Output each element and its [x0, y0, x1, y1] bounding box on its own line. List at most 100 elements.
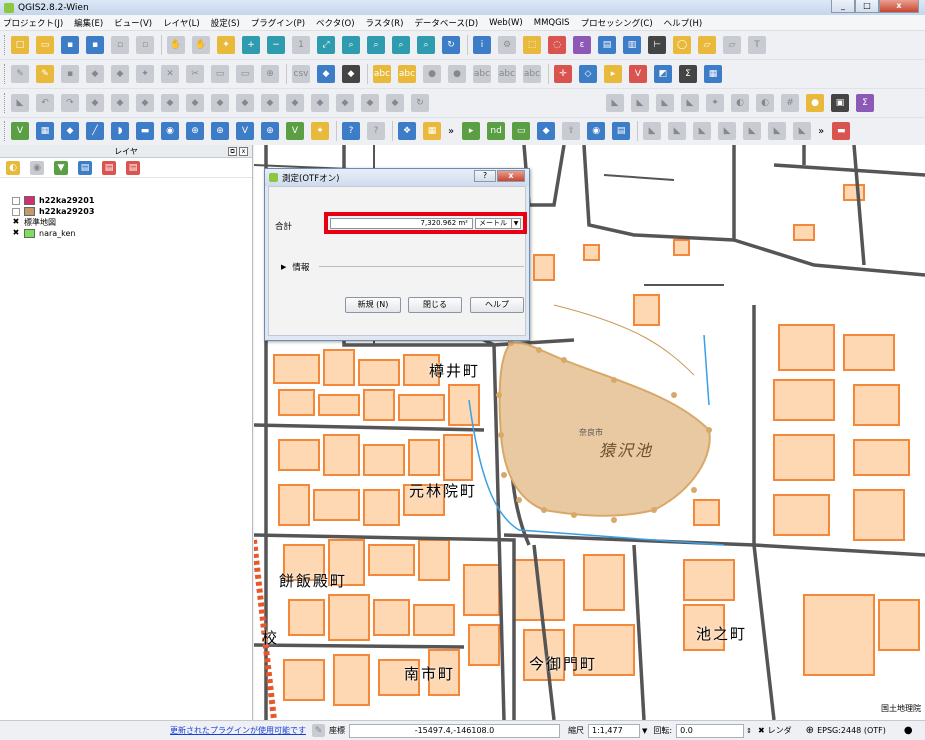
- tool-icon-4[interactable]: ◣: [718, 122, 737, 140]
- toolbar-grip[interactable]: [4, 64, 7, 84]
- merge-features-icon[interactable]: ◆: [361, 94, 379, 112]
- tool-icon-1[interactable]: ◣: [643, 122, 662, 140]
- menu-raster[interactable]: ラスタ(R): [366, 17, 404, 29]
- select-features-icon[interactable]: ⬚: [523, 36, 541, 54]
- node-tool-icon[interactable]: ✦: [136, 65, 154, 83]
- change-label-icon[interactable]: abc: [523, 65, 541, 83]
- gps-icon[interactable]: ▸: [604, 65, 622, 83]
- sum-icon[interactable]: Σ: [679, 65, 697, 83]
- layer-style-icon[interactable]: ◐: [6, 160, 20, 175]
- dialog-help-button[interactable]: ?: [474, 170, 496, 182]
- menu-view[interactable]: ビュー(V): [114, 17, 152, 29]
- float-panel-icon[interactable]: ⧉: [228, 147, 237, 156]
- zoom-in-icon[interactable]: +: [242, 36, 260, 54]
- expand-triangle-icon[interactable]: ▶: [281, 263, 286, 271]
- new-bookmark-icon[interactable]: ▱: [698, 36, 716, 54]
- refresh-icon[interactable]: ↻: [442, 36, 460, 54]
- menu-project[interactable]: プロジェクト(J): [3, 17, 63, 29]
- crs-globe-icon[interactable]: ⊕: [806, 725, 814, 736]
- composer-manager-icon[interactable]: ▫: [136, 36, 154, 54]
- db-manager-icon[interactable]: ◉: [587, 122, 606, 140]
- open-project-icon[interactable]: ▭: [36, 36, 54, 54]
- visibility-eye-icon[interactable]: ◉: [30, 160, 44, 175]
- new-spatialite-icon[interactable]: ✦: [311, 122, 329, 140]
- scale-field[interactable]: 1:1,477: [588, 723, 640, 738]
- crs-status[interactable]: EPSG:2448 (OTF): [817, 726, 886, 735]
- menu-vector[interactable]: ベクタ(O): [316, 17, 354, 29]
- zoom-last-icon[interactable]: ⌕: [392, 36, 410, 54]
- digitize-icon-2[interactable]: ◣: [631, 94, 649, 112]
- topology-checker-icon[interactable]: V: [629, 65, 647, 83]
- add-wms-layer-icon[interactable]: ⊕: [186, 122, 204, 140]
- upload-icon[interactable]: ⇧: [562, 122, 581, 140]
- statistics-icon[interactable]: ▥: [623, 36, 641, 54]
- interpolation-icon[interactable]: ◩: [654, 65, 672, 83]
- pan-to-selection-icon[interactable]: ✦: [217, 36, 235, 54]
- add-csv-icon[interactable]: csv: [292, 65, 310, 83]
- processing-toolbox-icon[interactable]: ▸: [462, 122, 481, 140]
- add-wms-icon[interactable]: ⊕: [261, 65, 279, 83]
- add-db2-icon[interactable]: ◉: [161, 122, 179, 140]
- layer-checkbox-checked[interactable]: ✖: [12, 228, 20, 238]
- field-calculator-icon[interactable]: ε: [573, 36, 591, 54]
- touch-zoom-pan-icon[interactable]: ✋: [167, 36, 185, 54]
- layer-checkbox-checked[interactable]: ✖: [12, 217, 20, 227]
- heatmap-icon[interactable]: ▦: [704, 65, 722, 83]
- tool-icon-2[interactable]: ◣: [668, 122, 687, 140]
- toolbar-grip[interactable]: [4, 35, 7, 55]
- add-oracle-icon[interactable]: ▬: [136, 122, 154, 140]
- identify-icon[interactable]: i: [473, 36, 491, 54]
- reshape-icon[interactable]: ◆: [261, 94, 279, 112]
- add-vector-layer-icon[interactable]: V: [11, 122, 29, 140]
- layer-checkbox[interactable]: [12, 196, 20, 205]
- georeferencer-icon[interactable]: ◇: [579, 65, 597, 83]
- zoom-to-layer-icon[interactable]: ⌕: [367, 36, 385, 54]
- paste-features-icon[interactable]: ▭: [236, 65, 254, 83]
- remove-layer-icon[interactable]: ▤: [126, 160, 140, 175]
- offset-curve-icon[interactable]: ◆: [286, 94, 304, 112]
- digitize-icon-7[interactable]: ◐: [756, 94, 774, 112]
- digitize-icon-6[interactable]: ◐: [731, 94, 749, 112]
- cut-features-icon[interactable]: ✂: [186, 65, 204, 83]
- add-wfs-icon[interactable]: V: [236, 122, 254, 140]
- messages-icon[interactable]: ●: [904, 725, 913, 736]
- redo-icon[interactable]: ↷: [61, 94, 79, 112]
- map-tips-icon[interactable]: ◯: [673, 36, 691, 54]
- menu-web[interactable]: Web(W): [489, 18, 523, 28]
- menu-processing[interactable]: プロセッシング(C): [581, 17, 653, 29]
- digitize-icon-4[interactable]: ◣: [681, 94, 699, 112]
- digitize-icon-8[interactable]: ●: [806, 94, 824, 112]
- move-label-icon[interactable]: abc: [473, 65, 491, 83]
- menu-layer[interactable]: レイヤ(L): [163, 17, 200, 29]
- menu-plugins[interactable]: プラグイン(P): [251, 17, 305, 29]
- layer-item[interactable]: ✖ nara_ken: [0, 228, 252, 239]
- help-contents-icon[interactable]: ?: [342, 122, 360, 140]
- ruler-icon[interactable]: ▬: [832, 122, 851, 140]
- save-project-icon[interactable]: ▪: [61, 36, 79, 54]
- new-print-composer-icon[interactable]: ▫: [111, 36, 129, 54]
- simplify-icon[interactable]: ◆: [111, 94, 129, 112]
- expand-all-icon[interactable]: ▤: [78, 160, 92, 175]
- text-annotation-icon[interactable]: T: [748, 36, 766, 54]
- new-shapefile-icon[interactable]: V: [286, 122, 304, 140]
- layer-checkbox[interactable]: [12, 207, 20, 216]
- layer-item[interactable]: ✖ 標準地図: [0, 217, 252, 228]
- total-value-field[interactable]: 7,320.962 m²: [330, 218, 473, 229]
- advanced-edit-icon[interactable]: ◣: [11, 94, 29, 112]
- copy-features-icon[interactable]: ▭: [211, 65, 229, 83]
- move-feature-icon[interactable]: ◆: [111, 65, 129, 83]
- add-vector-icon[interactable]: ◆: [317, 65, 335, 83]
- digitize-icon-1[interactable]: ◣: [606, 94, 624, 112]
- zoom-out-icon[interactable]: −: [267, 36, 285, 54]
- sum-field-icon[interactable]: Σ: [856, 94, 874, 112]
- close-button[interactable]: 閉じる: [408, 297, 462, 313]
- zoom-native-icon[interactable]: 1: [292, 36, 310, 54]
- tool-icon-5[interactable]: ◣: [743, 122, 762, 140]
- save-edits-icon[interactable]: ▪: [61, 65, 79, 83]
- new-button[interactable]: 新規 (N): [345, 297, 401, 313]
- action-icon[interactable]: ⚙: [498, 36, 516, 54]
- add-spatialite-layer-icon[interactable]: ╱: [86, 122, 104, 140]
- plugin-grid-icon[interactable]: ▦: [423, 122, 441, 140]
- chevron-down-icon[interactable]: ▼: [511, 219, 520, 228]
- layer-labeling-icon[interactable]: abc: [373, 65, 391, 83]
